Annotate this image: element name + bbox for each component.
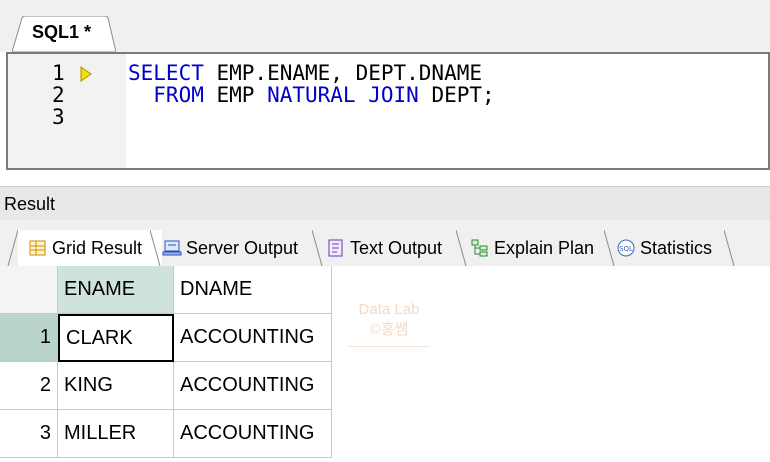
tab-statistics[interactable]: SQL Statistics bbox=[616, 230, 726, 266]
code-line-1[interactable]: SELECT EMP.ENAME, DEPT.DNAME bbox=[128, 62, 495, 84]
table-cell-dname[interactable]: ACCOUNTING bbox=[174, 410, 332, 458]
row-number[interactable]: 3 bbox=[0, 410, 58, 458]
result-tab-strip: Grid Result Server Output Text Output Ex… bbox=[0, 220, 770, 267]
server-output-icon bbox=[162, 240, 182, 256]
table-cell-ename[interactable]: CLARK bbox=[58, 314, 174, 362]
line-number-2: 2 bbox=[52, 83, 65, 107]
tab-grid-result-label: Grid Result bbox=[52, 237, 143, 258]
result-panel-header: Result bbox=[0, 186, 770, 221]
editor-tab-strip: SQL1 * bbox=[0, 0, 770, 52]
explain-plan-icon bbox=[471, 239, 488, 257]
code-line-3[interactable] bbox=[128, 106, 495, 128]
sql-identifier: EMP.ENAME, DEPT.DNAME bbox=[203, 61, 483, 85]
tab-sql1-label: SQL1 * bbox=[32, 22, 92, 42]
svg-text:SQL: SQL bbox=[619, 245, 633, 253]
table-cell-ename[interactable]: KING bbox=[58, 362, 174, 410]
table-cell-dname[interactable]: ACCOUNTING bbox=[174, 314, 332, 362]
row-number[interactable]: 1 bbox=[0, 314, 58, 362]
code-line-2[interactable]: FROM EMP NATURAL JOIN DEPT; bbox=[128, 83, 495, 107]
line-number-3: 3 bbox=[52, 105, 65, 129]
tab-statistics-label: Statistics bbox=[640, 237, 713, 258]
watermark: Data Lab ©홍쌤 bbox=[348, 300, 430, 370]
grid-corner[interactable] bbox=[0, 266, 58, 314]
line-number-1: 1 bbox=[52, 61, 65, 85]
sql-keyword: SELECT bbox=[128, 61, 204, 85]
watermark-line2: ©홍쌤 bbox=[369, 321, 409, 338]
statistics-icon: SQL bbox=[617, 239, 635, 257]
sql-identifier: EMP bbox=[203, 83, 268, 107]
line-number-gutter: 1 2 3 bbox=[8, 54, 126, 168]
column-header-dname[interactable]: DNAME bbox=[174, 266, 332, 314]
sql-keyword: FROM bbox=[128, 83, 204, 107]
sql-editor[interactable]: 1 2 3 SELECT EMP.ENAME, DEPT.DNAME FROM … bbox=[6, 52, 770, 170]
row-number[interactable]: 2 bbox=[0, 362, 58, 410]
tab-text-output-label: Text Output bbox=[350, 237, 443, 258]
tab-server-output[interactable]: Server Output bbox=[162, 230, 312, 266]
result-title: Result bbox=[4, 194, 56, 214]
sql-keyword: NATURAL JOIN bbox=[267, 83, 419, 107]
column-header-ename[interactable]: ENAME bbox=[58, 266, 174, 314]
tab-server-output-label: Server Output bbox=[186, 237, 299, 258]
tab-text-output[interactable]: Text Output bbox=[326, 230, 456, 266]
tab-sql1[interactable]: SQL1 * bbox=[12, 16, 116, 52]
watermark-line1: Data Lab bbox=[358, 301, 420, 318]
table-cell-ename[interactable]: MILLER bbox=[58, 410, 174, 458]
grid-icon bbox=[29, 240, 46, 256]
text-output-icon bbox=[328, 239, 343, 257]
sql-code[interactable]: SELECT EMP.ENAME, DEPT.DNAME FROM EMP NA… bbox=[128, 62, 495, 128]
tab-explain-plan[interactable]: Explain Plan bbox=[470, 230, 604, 266]
sql-identifier: DEPT; bbox=[418, 83, 495, 107]
table-cell-dname[interactable]: ACCOUNTING bbox=[174, 362, 332, 410]
current-line-marker-icon bbox=[80, 66, 92, 82]
tab-explain-plan-label: Explain Plan bbox=[494, 237, 595, 258]
tab-grid-result[interactable]: Grid Result bbox=[18, 230, 162, 266]
